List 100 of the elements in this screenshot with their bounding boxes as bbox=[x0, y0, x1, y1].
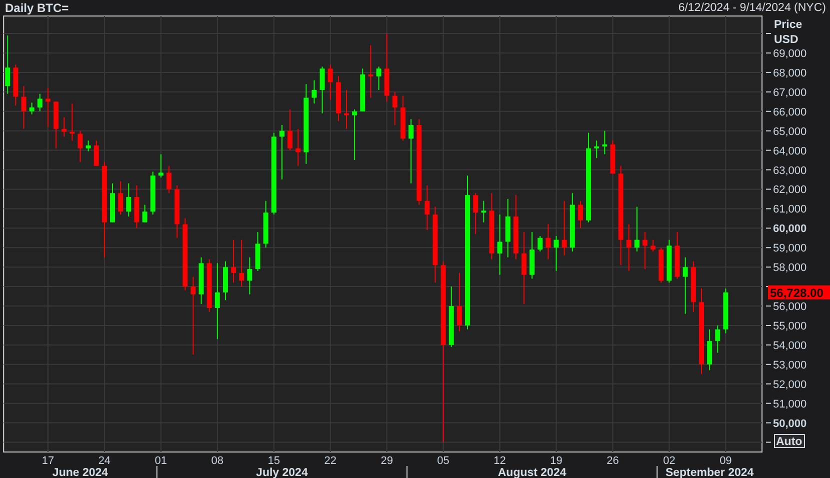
price-tick-label: 58,000 bbox=[773, 262, 807, 274]
candlestick bbox=[538, 235, 543, 252]
date-tick-label: 19 bbox=[550, 455, 562, 467]
candlestick bbox=[296, 128, 301, 166]
candlestick bbox=[456, 272, 462, 332]
candlestick bbox=[424, 184, 430, 231]
price-tick-label: 53,000 bbox=[773, 359, 807, 372]
price-tick-label: 66,000 bbox=[773, 106, 807, 118]
candlestick bbox=[21, 86, 26, 130]
price-tick-label: 55,000 bbox=[773, 320, 807, 332]
price-tick-label: 64,000 bbox=[773, 145, 807, 158]
date-tick-label: 12 bbox=[494, 455, 506, 467]
price-tick-label: 56,000 bbox=[773, 301, 807, 314]
candlestick bbox=[134, 184, 140, 229]
date-tick-label: 02 bbox=[663, 455, 676, 467]
candlestick bbox=[174, 184, 180, 238]
candlestick bbox=[481, 200, 486, 223]
candlestick bbox=[328, 64, 333, 100]
candlestick bbox=[602, 130, 608, 155]
date-tick-label: 17 bbox=[42, 455, 54, 467]
candlestick bbox=[45, 88, 50, 128]
axis-title: Price bbox=[774, 19, 802, 31]
date-tick-label: 24 bbox=[98, 455, 111, 467]
candlestick bbox=[352, 108, 358, 161]
candlestick bbox=[666, 239, 672, 284]
last-price-label: 56,728.00 bbox=[768, 285, 830, 300]
candlestick bbox=[150, 171, 156, 216]
candlestick bbox=[497, 214, 502, 276]
candlestick bbox=[546, 224, 551, 260]
candlestick bbox=[198, 256, 204, 305]
price-tick-label: 63,000 bbox=[773, 164, 807, 177]
axis-unit: USD bbox=[774, 34, 798, 46]
candlestick bbox=[408, 118, 414, 184]
candlestick bbox=[554, 235, 559, 272]
candlestick bbox=[231, 239, 236, 284]
candlestick bbox=[610, 140, 616, 174]
candlestick bbox=[505, 198, 510, 258]
price-tick-label: 59,000 bbox=[773, 242, 807, 255]
candlestick bbox=[110, 182, 116, 223]
candlestick bbox=[37, 93, 42, 112]
candlestick bbox=[690, 260, 696, 312]
candlestick bbox=[392, 91, 398, 126]
chart-title: Daily BTC= bbox=[5, 0, 69, 14]
date-tick-label: 29 bbox=[380, 455, 393, 467]
candlestick bbox=[594, 140, 600, 159]
candlestick bbox=[715, 324, 720, 354]
candlestick bbox=[562, 200, 567, 256]
date-tick-label: 08 bbox=[211, 455, 224, 467]
candlestick bbox=[384, 33, 390, 102]
candlestick bbox=[448, 286, 454, 348]
candlestick bbox=[166, 165, 172, 194]
month-label: June 2024 bbox=[52, 467, 108, 478]
candlestick bbox=[376, 66, 382, 90]
candlestick bbox=[360, 68, 366, 112]
candlestick bbox=[658, 247, 664, 284]
candlestick bbox=[279, 124, 284, 180]
price-tick-label: 54,000 bbox=[773, 340, 807, 352]
candlestick bbox=[682, 256, 688, 314]
price-tick-label: 65,000 bbox=[773, 126, 807, 138]
candlestick bbox=[54, 101, 59, 149]
candlestick bbox=[336, 76, 341, 122]
candlestick bbox=[312, 80, 317, 104]
candlestick bbox=[707, 328, 712, 371]
auto-button[interactable]: Auto bbox=[774, 434, 805, 448]
date-tick-label: 15 bbox=[268, 455, 280, 467]
candlestick bbox=[126, 182, 132, 217]
candlestick bbox=[94, 140, 99, 166]
price-tick-label: 60,000 bbox=[773, 223, 807, 236]
candlestick bbox=[530, 232, 535, 280]
candlestick bbox=[263, 200, 268, 248]
price-tick-label: 51,000 bbox=[773, 398, 807, 410]
candlestick bbox=[255, 232, 260, 272]
candlestick bbox=[206, 258, 212, 312]
candlestick bbox=[142, 204, 148, 223]
price-tick-label: 61,000 bbox=[773, 204, 807, 216]
date-tick-label: 09 bbox=[720, 455, 732, 467]
candlestick bbox=[288, 108, 293, 151]
candlestick bbox=[723, 288, 728, 334]
candlestick bbox=[78, 130, 83, 162]
candlestick bbox=[634, 206, 640, 252]
candlestick bbox=[247, 256, 252, 295]
candlestick bbox=[239, 239, 244, 288]
candlestick bbox=[642, 232, 648, 270]
price-tick-label: 52,000 bbox=[773, 378, 807, 391]
candlestick bbox=[29, 102, 34, 115]
candlestick bbox=[344, 89, 349, 130]
price-tick-label: 50,000 bbox=[773, 418, 807, 430]
date-tick-label: 05 bbox=[437, 455, 450, 467]
candlestick bbox=[626, 224, 632, 272]
date-tick-label: 01 bbox=[154, 455, 168, 467]
candlestick bbox=[118, 180, 124, 216]
date-range: 6/12/2024 - 9/14/2024 (NYC) bbox=[678, 2, 826, 14]
candlestick bbox=[320, 66, 325, 114]
candlestick bbox=[674, 232, 680, 280]
price-tick-label: 62,000 bbox=[773, 184, 807, 196]
candlestick bbox=[650, 239, 656, 252]
candlestick bbox=[473, 192, 478, 234]
candlestick bbox=[578, 200, 583, 229]
date-tick-label: 26 bbox=[606, 455, 619, 467]
candlestick bbox=[13, 64, 18, 106]
